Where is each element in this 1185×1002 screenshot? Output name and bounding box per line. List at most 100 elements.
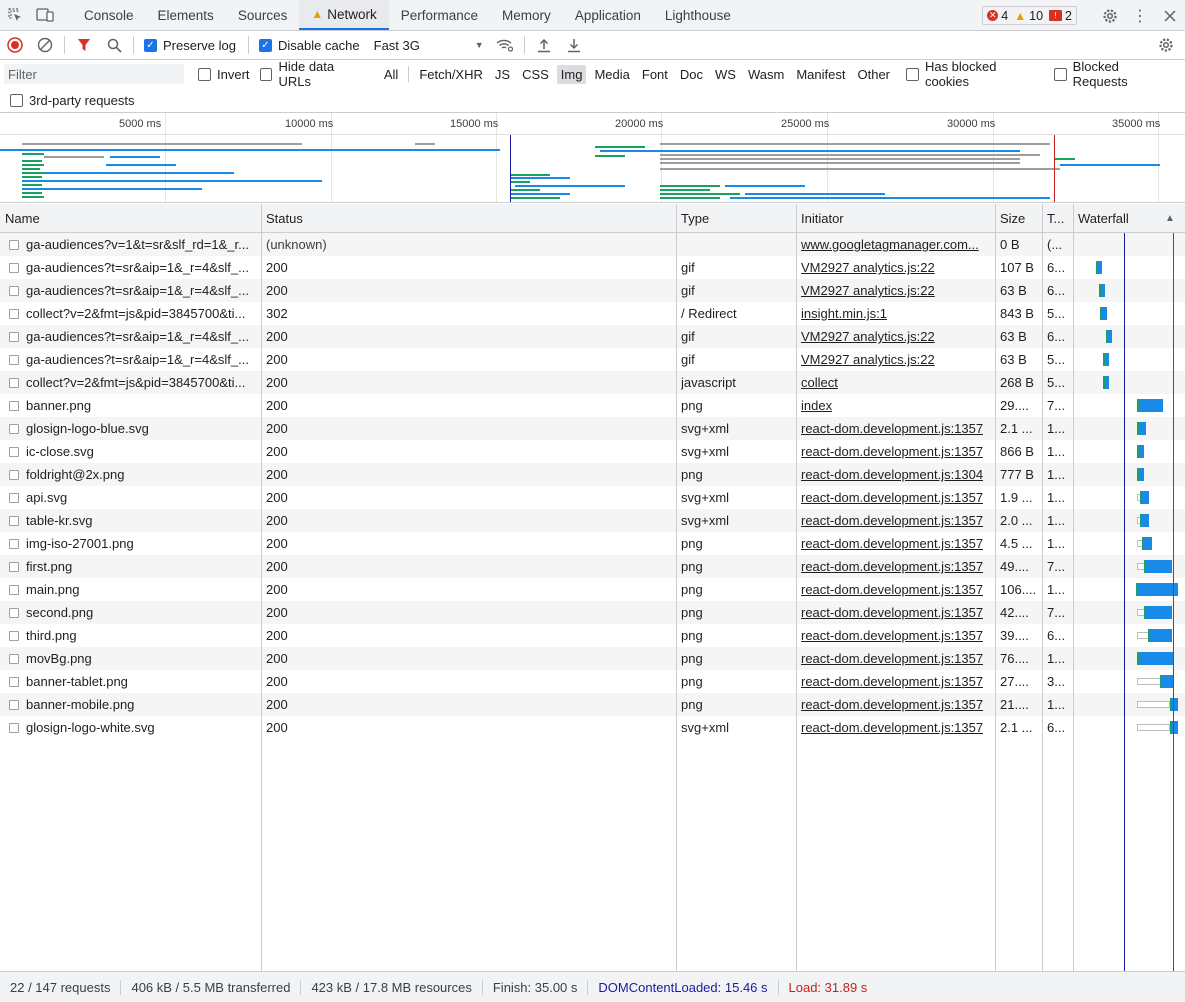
settings-gear-icon[interactable] bbox=[1095, 1, 1125, 31]
more-options-icon[interactable]: ⋮ bbox=[1125, 1, 1155, 31]
request-initiator-link[interactable]: react-dom.development.js:1357 bbox=[796, 417, 995, 440]
table-row[interactable]: ic-close.svg 200 svg+xml react-dom.developm… bbox=[0, 440, 1185, 463]
tab-lighthouse[interactable]: Lighthouse bbox=[653, 0, 743, 30]
type-filter-css[interactable]: CSS bbox=[518, 65, 553, 84]
export-har-button[interactable] bbox=[559, 31, 589, 59]
type-filter-all[interactable]: All bbox=[380, 65, 402, 84]
request-initiator-link[interactable]: VM2927 analytics.js:22 bbox=[796, 256, 995, 279]
waterfall-download-bar bbox=[1139, 422, 1146, 435]
tab-application[interactable]: Application bbox=[563, 0, 653, 30]
table-row[interactable]: collect?v=2&fmt=js&pid=3845700&ti... 200 j… bbox=[0, 371, 1185, 394]
issues-counter[interactable]: ✕ 4 ▲ 10 ! 2 bbox=[982, 6, 1077, 25]
device-toolbar-icon[interactable] bbox=[30, 0, 60, 30]
column-header-status[interactable]: Status bbox=[261, 204, 676, 233]
tab-elements[interactable]: Elements bbox=[146, 0, 226, 30]
request-initiator-link[interactable]: VM2927 analytics.js:22 bbox=[796, 348, 995, 371]
request-initiator-link[interactable]: index bbox=[796, 394, 995, 417]
request-initiator-link[interactable]: react-dom.development.js:1357 bbox=[796, 440, 995, 463]
close-icon[interactable] bbox=[1155, 1, 1185, 31]
tab-memory[interactable]: Memory bbox=[490, 0, 563, 30]
type-filter-manifest[interactable]: Manifest bbox=[792, 65, 849, 84]
table-row[interactable]: api.svg 200 svg+xml react-dom.development.j… bbox=[0, 486, 1185, 509]
type-filter-ws[interactable]: WS bbox=[711, 65, 740, 84]
table-row[interactable]: second.png 200 png react-dom.development.js… bbox=[0, 601, 1185, 624]
filter-toggle-button[interactable] bbox=[69, 31, 99, 59]
table-row[interactable]: third.png 200 png react-dom.development.js:… bbox=[0, 624, 1185, 647]
network-conditions-button[interactable] bbox=[490, 31, 520, 59]
request-initiator-link[interactable]: VM2927 analytics.js:22 bbox=[796, 325, 995, 348]
request-initiator-link[interactable]: insight.min.js:1 bbox=[796, 302, 995, 325]
request-initiator-link[interactable]: react-dom.development.js:1357 bbox=[796, 555, 995, 578]
table-row[interactable]: collect?v=2&fmt=js&pid=3845700&ti... 302 /… bbox=[0, 302, 1185, 325]
import-har-button[interactable] bbox=[529, 31, 559, 59]
third-party-checkbox[interactable]: 3rd-party requests bbox=[10, 93, 135, 108]
disable-cache-checkbox[interactable]: ✓ Disable cache bbox=[258, 38, 360, 53]
request-initiator-link[interactable]: react-dom.development.js:1357 bbox=[796, 716, 995, 739]
column-header-time[interactable]: T... bbox=[1042, 204, 1073, 233]
table-row[interactable]: table-kr.svg 200 svg+xml react-dom.developm… bbox=[0, 509, 1185, 532]
column-header-name[interactable]: Name bbox=[0, 204, 261, 233]
tab-console[interactable]: Console bbox=[72, 0, 146, 30]
clear-button[interactable] bbox=[30, 31, 60, 59]
table-row[interactable]: banner.png 200 png index 29.... 7... bbox=[0, 394, 1185, 417]
network-overview-timeline[interactable]: 5000 ms 10000 ms 15000 ms 20000 ms 25000 ms 3… bbox=[0, 113, 1185, 203]
table-row[interactable]: ga-audiences?t=sr&aip=1&_r=4&slf_... 200 g… bbox=[0, 256, 1185, 279]
type-filter-js[interactable]: JS bbox=[491, 65, 514, 84]
request-initiator-link[interactable]: react-dom.development.js:1357 bbox=[796, 601, 995, 624]
tab-sources[interactable]: Sources bbox=[226, 0, 300, 30]
inspect-element-icon[interactable] bbox=[0, 0, 30, 30]
request-initiator-link[interactable]: VM2927 analytics.js:22 bbox=[796, 279, 995, 302]
hide-data-urls-checkbox[interactable]: Hide data URLs bbox=[259, 59, 370, 89]
table-row[interactable]: banner-tablet.png 200 png react-dom.develop… bbox=[0, 670, 1185, 693]
table-row[interactable]: main.png 200 png react-dom.development.js:1… bbox=[0, 578, 1185, 601]
type-filter-fetch-xhr[interactable]: Fetch/XHR bbox=[415, 65, 487, 84]
table-row[interactable]: ga-audiences?v=1&t=sr&slf_rd=1&_r... (unk… bbox=[0, 233, 1185, 256]
request-initiator-link[interactable]: collect bbox=[796, 371, 995, 394]
table-row[interactable]: glosign-logo-white.svg 200 svg+xml react-do… bbox=[0, 716, 1185, 739]
sort-ascending-icon[interactable]: ▲ bbox=[1160, 204, 1180, 233]
request-initiator-link[interactable]: react-dom.development.js:1357 bbox=[796, 693, 995, 716]
type-filter-wasm[interactable]: Wasm bbox=[744, 65, 788, 84]
overview-request-bar bbox=[595, 155, 625, 157]
request-time: 7... bbox=[1047, 559, 1066, 574]
record-button[interactable] bbox=[0, 31, 30, 59]
type-filter-img[interactable]: Img bbox=[556, 64, 587, 84]
tab-network[interactable]: ▲ Network bbox=[299, 0, 389, 30]
has-blocked-cookies-checkbox[interactable]: Has blocked cookies bbox=[906, 59, 1044, 89]
request-initiator-link[interactable]: react-dom.development.js:1357 bbox=[796, 578, 995, 601]
table-row[interactable]: ga-audiences?t=sr&aip=1&_r=4&slf_... 200 g… bbox=[0, 279, 1185, 302]
table-row[interactable]: first.png 200 png react-dom.development.js:… bbox=[0, 555, 1185, 578]
request-initiator-link[interactable]: react-dom.development.js:1357 bbox=[796, 509, 995, 532]
table-row[interactable]: foldright@2x.png 200 png react-dom.developm… bbox=[0, 463, 1185, 486]
filter-input[interactable] bbox=[4, 64, 184, 84]
request-initiator-link[interactable]: react-dom.development.js:1357 bbox=[796, 647, 995, 670]
request-initiator-link[interactable]: react-dom.development.js:1357 bbox=[796, 486, 995, 509]
blocked-requests-checkbox[interactable]: Blocked Requests bbox=[1053, 59, 1177, 89]
type-filter-doc[interactable]: Doc bbox=[676, 65, 707, 84]
request-initiator-link[interactable]: react-dom.development.js:1357 bbox=[796, 624, 995, 647]
column-header-size[interactable]: Size bbox=[995, 204, 1042, 233]
throttling-select[interactable]: Fast 3G ▼ bbox=[374, 38, 484, 53]
request-initiator-link[interactable]: react-dom.development.js:1357 bbox=[796, 532, 995, 555]
table-row[interactable]: glosign-logo-blue.svg 200 svg+xml react-dom… bbox=[0, 417, 1185, 440]
type-filter-font[interactable]: Font bbox=[638, 65, 672, 84]
type-filter-media[interactable]: Media bbox=[590, 65, 633, 84]
table-row[interactable]: ga-audiences?t=sr&aip=1&_r=4&slf_... 200 g… bbox=[0, 348, 1185, 371]
column-header-initiator[interactable]: Initiator bbox=[796, 204, 995, 233]
request-initiator-link[interactable]: www.googletagmanager.com... bbox=[796, 233, 995, 256]
table-row[interactable]: movBg.png 200 png react-dom.development.js:… bbox=[0, 647, 1185, 670]
preserve-log-checkbox[interactable]: ✓ Preserve log bbox=[144, 38, 236, 53]
column-header-waterfall[interactable]: Waterfall bbox=[1073, 204, 1163, 233]
type-filter-other[interactable]: Other bbox=[853, 65, 894, 84]
network-settings-button[interactable] bbox=[1151, 31, 1181, 59]
column-header-type[interactable]: Type bbox=[676, 204, 796, 233]
request-initiator-link[interactable]: react-dom.development.js:1304 bbox=[796, 463, 995, 486]
table-row[interactable]: img-iso-27001.png 200 png react-dom.develop… bbox=[0, 532, 1185, 555]
tab-performance[interactable]: Performance bbox=[389, 0, 490, 30]
search-button[interactable] bbox=[99, 31, 129, 59]
table-row[interactable]: ga-audiences?t=sr&aip=1&_r=4&slf_... 200 g… bbox=[0, 325, 1185, 348]
overview-request-bar bbox=[510, 193, 570, 195]
table-row[interactable]: banner-mobile.png 200 png react-dom.develop… bbox=[0, 693, 1185, 716]
invert-checkbox[interactable]: Invert bbox=[198, 67, 250, 82]
request-initiator-link[interactable]: react-dom.development.js:1357 bbox=[796, 670, 995, 693]
